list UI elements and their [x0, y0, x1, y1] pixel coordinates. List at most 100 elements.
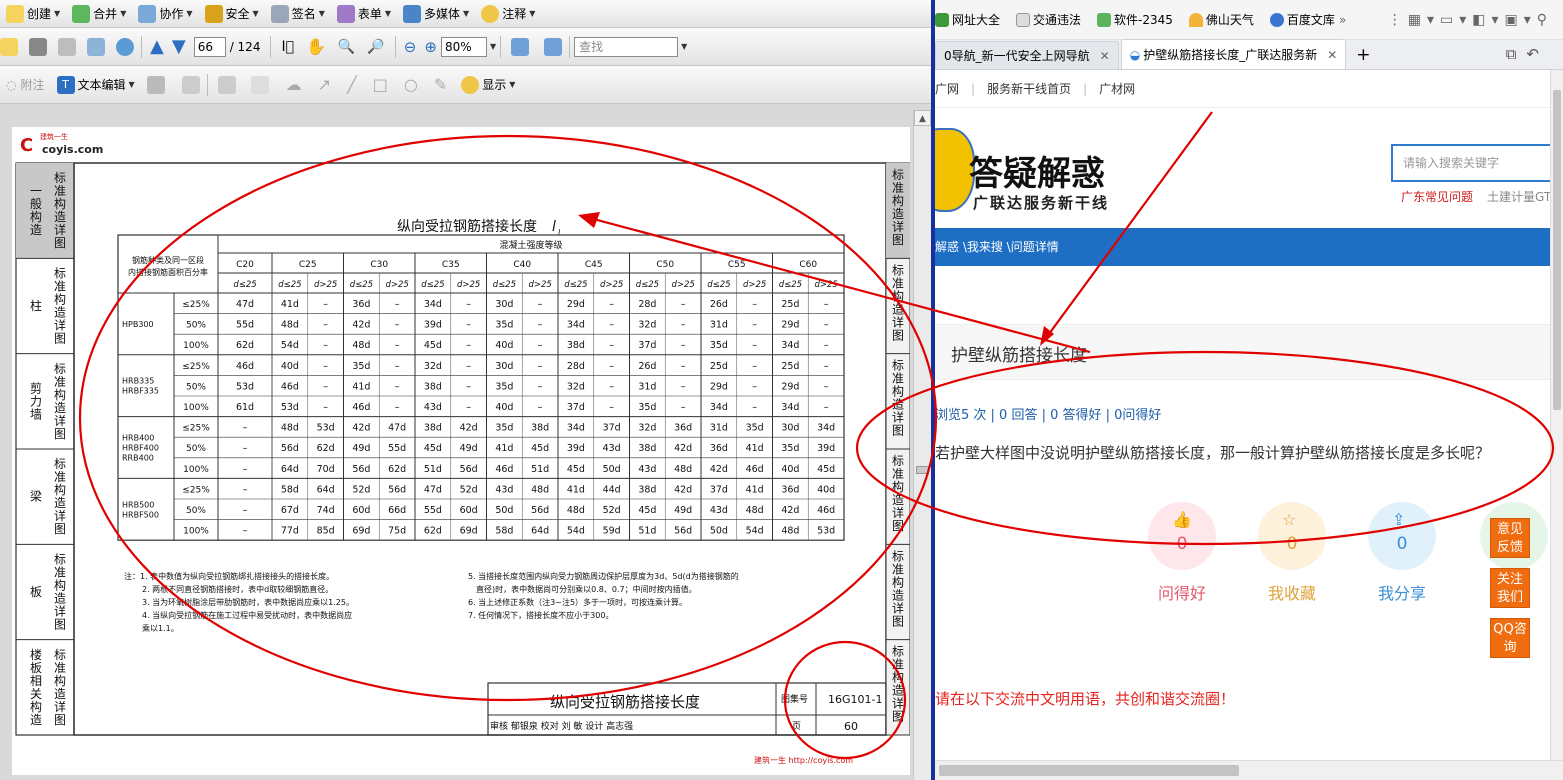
ask-good-button[interactable]: 👍 0 问得好: [1148, 502, 1216, 604]
bookmark-item[interactable]: 百度文库 »: [1269, 11, 1346, 28]
d-header: d≤25: [350, 280, 373, 290]
zoom-level-select[interactable]: 80%: [440, 36, 487, 57]
page-number-input[interactable]: 66: [193, 36, 226, 57]
tab-group[interactable]: 剪力墙: [30, 380, 42, 421]
pencil-icon[interactable]: ✎: [434, 75, 447, 94]
fit-page-icon[interactable]: [544, 37, 563, 56]
rectangle-icon[interactable]: □: [373, 75, 388, 94]
hot-link[interactable]: 土建计量GT: [1487, 190, 1551, 204]
callout-icon[interactable]: [217, 75, 236, 94]
save-icon[interactable]: [58, 37, 76, 56]
web-icon[interactable]: [116, 37, 134, 56]
right-tab-label[interactable]: 标准构造详图: [892, 168, 904, 247]
tab-group[interactable]: 板: [30, 585, 42, 599]
feedback-button[interactable]: 意见反馈: [1490, 518, 1530, 558]
close-tab-icon[interactable]: ✕: [1327, 48, 1337, 62]
bookmark-item[interactable]: 网址大全: [935, 11, 1000, 28]
chevron-down-icon[interactable]: ▼: [681, 42, 687, 51]
tab-label[interactable]: 标准构造详图: [54, 362, 66, 441]
comment-menu[interactable]: 注释 ▼: [475, 1, 541, 27]
next-page-icon[interactable]: ▼: [172, 36, 186, 57]
hand-tool-icon[interactable]: ✋: [306, 37, 326, 56]
site-nav-link[interactable]: 广网: [935, 80, 959, 97]
find-input[interactable]: 查找: [574, 36, 679, 57]
marquee-zoom-icon[interactable]: 🔍: [338, 39, 355, 55]
right-tab-label[interactable]: 标准构造详图: [892, 645, 904, 724]
zoom-in-icon[interactable]: ⊕: [424, 38, 437, 56]
forms-menu[interactable]: 表单 ▼: [331, 1, 397, 27]
tab-label[interactable]: 标准构造详图: [54, 171, 66, 250]
favorite-button[interactable]: ☆ 0 我收藏: [1258, 502, 1326, 604]
toolbar-extension-icons[interactable]: ⋮▦▾▭▾◧▾▣▾⚲: [1388, 12, 1553, 28]
browser-horizontal-scrollbar[interactable]: [935, 760, 1563, 780]
text-box-icon[interactable]: [181, 75, 200, 94]
tab-label[interactable]: 标准构造详图: [54, 457, 66, 536]
tab-nav[interactable]: 0导航_新一代安全上网导航 ✕: [935, 41, 1119, 69]
scroll-up-icon[interactable]: ▲: [914, 110, 931, 126]
bookmark-item[interactable]: 交通违法: [1016, 11, 1081, 28]
share-button[interactable]: ⇪ 0 我分享: [1368, 502, 1436, 604]
bookmark-item[interactable]: 佛山天气: [1188, 11, 1254, 28]
right-tab-label[interactable]: 标准构造详图: [892, 359, 904, 438]
right-tab-label[interactable]: 标准构造详图: [892, 263, 904, 342]
tab-active[interactable]: ◒ 护壁纵筋搭接长度_广联达服务新 ✕: [1120, 39, 1347, 69]
tab-group[interactable]: 梁: [30, 489, 42, 504]
email-icon[interactable]: [87, 37, 105, 56]
pdf-vertical-scrollbar[interactable]: ▲: [913, 110, 931, 780]
security-menu[interactable]: 安全 ▼: [199, 1, 265, 27]
tab-label[interactable]: 标准构造详图: [54, 267, 66, 346]
search-input[interactable]: 请输入搜索关键字: [1391, 144, 1561, 182]
new-tab-button[interactable]: +: [1348, 41, 1378, 69]
zoom-out-icon[interactable]: ⊖: [404, 38, 417, 56]
right-tab-label[interactable]: 标准构造详图: [892, 454, 904, 533]
tab-group[interactable]: 柱: [30, 298, 42, 313]
right-tab-label[interactable]: 标准构造详图: [892, 549, 904, 628]
show-button[interactable]: 显示 ▼: [455, 72, 521, 98]
arrow-icon[interactable]: ↗: [318, 75, 331, 94]
bookmark-item[interactable]: 软件-2345: [1097, 11, 1173, 28]
cloud-icon[interactable]: ☁: [286, 75, 302, 94]
scroll-thumb[interactable]: [1553, 90, 1561, 410]
tab-group[interactable]: 楼板相关构造: [30, 647, 42, 727]
browser-vertical-scrollbar[interactable]: [1550, 70, 1563, 760]
header-steel: 钢筋种类及同一区段内搭接钢筋面积百分率: [128, 255, 208, 277]
multimedia-menu[interactable]: 多媒体 ▼: [397, 1, 475, 27]
sign-menu[interactable]: 签名 ▼: [265, 1, 331, 27]
collaborate-menu[interactable]: 协作 ▼: [132, 1, 198, 27]
site-logo-title[interactable]: 答疑解惑: [969, 146, 1105, 195]
breadcrumb[interactable]: 解惑 \我来搜 \问题详情: [935, 228, 1563, 266]
value-cell: 51d: [531, 464, 549, 475]
zoom-tool-icon[interactable]: 🔎: [367, 39, 384, 55]
tab-group[interactable]: 一般构造: [30, 184, 42, 237]
tab-label[interactable]: 标准构造详图: [54, 648, 66, 727]
oval-icon[interactable]: ○: [404, 75, 418, 94]
follow-us-button[interactable]: 关注我们: [1490, 568, 1530, 608]
attach-button[interactable]: ◌ 附注: [0, 72, 51, 98]
value-cell: –: [243, 464, 248, 475]
qq-consult-button[interactable]: QQ咨询: [1490, 618, 1530, 658]
stamp-icon[interactable]: [146, 75, 165, 94]
text-edit-button[interactable]: T 文本编辑 ▼: [51, 72, 141, 98]
text-select-icon[interactable]: I⃞: [281, 39, 294, 55]
prev-page-icon[interactable]: ▲: [150, 36, 164, 57]
page-number: 60: [844, 720, 858, 733]
open-folder-icon[interactable]: [0, 37, 18, 56]
print-icon[interactable]: [29, 37, 47, 56]
more-bookmarks-icon[interactable]: »: [1339, 13, 1346, 27]
fit-width-icon[interactable]: [511, 37, 530, 56]
tab-label[interactable]: 标准构造详图: [54, 553, 66, 632]
tab-strip-controls-icon[interactable]: ⧉↶: [1506, 45, 1549, 63]
scroll-thumb[interactable]: [939, 765, 1239, 776]
create-menu[interactable]: 创建 ▼: [0, 1, 66, 27]
textbox-icon[interactable]: [250, 75, 269, 94]
line-icon[interactable]: ╱: [347, 75, 357, 94]
site-nav-link[interactable]: 服务新干线首页: [987, 80, 1071, 97]
hot-link[interactable]: 广东常见问题: [1401, 190, 1473, 204]
site-nav-link[interactable]: 广材网: [1099, 80, 1135, 97]
value-cell: –: [681, 402, 686, 413]
note-line: 2. 两根不同直径钢筋搭接时，表中d取较细钢筋直径。: [142, 584, 333, 594]
scroll-thumb[interactable]: [916, 466, 929, 474]
chevron-down-icon[interactable]: ▼: [490, 42, 496, 51]
close-tab-icon[interactable]: ✕: [1100, 49, 1110, 63]
combine-menu[interactable]: 合并 ▼: [66, 1, 132, 27]
